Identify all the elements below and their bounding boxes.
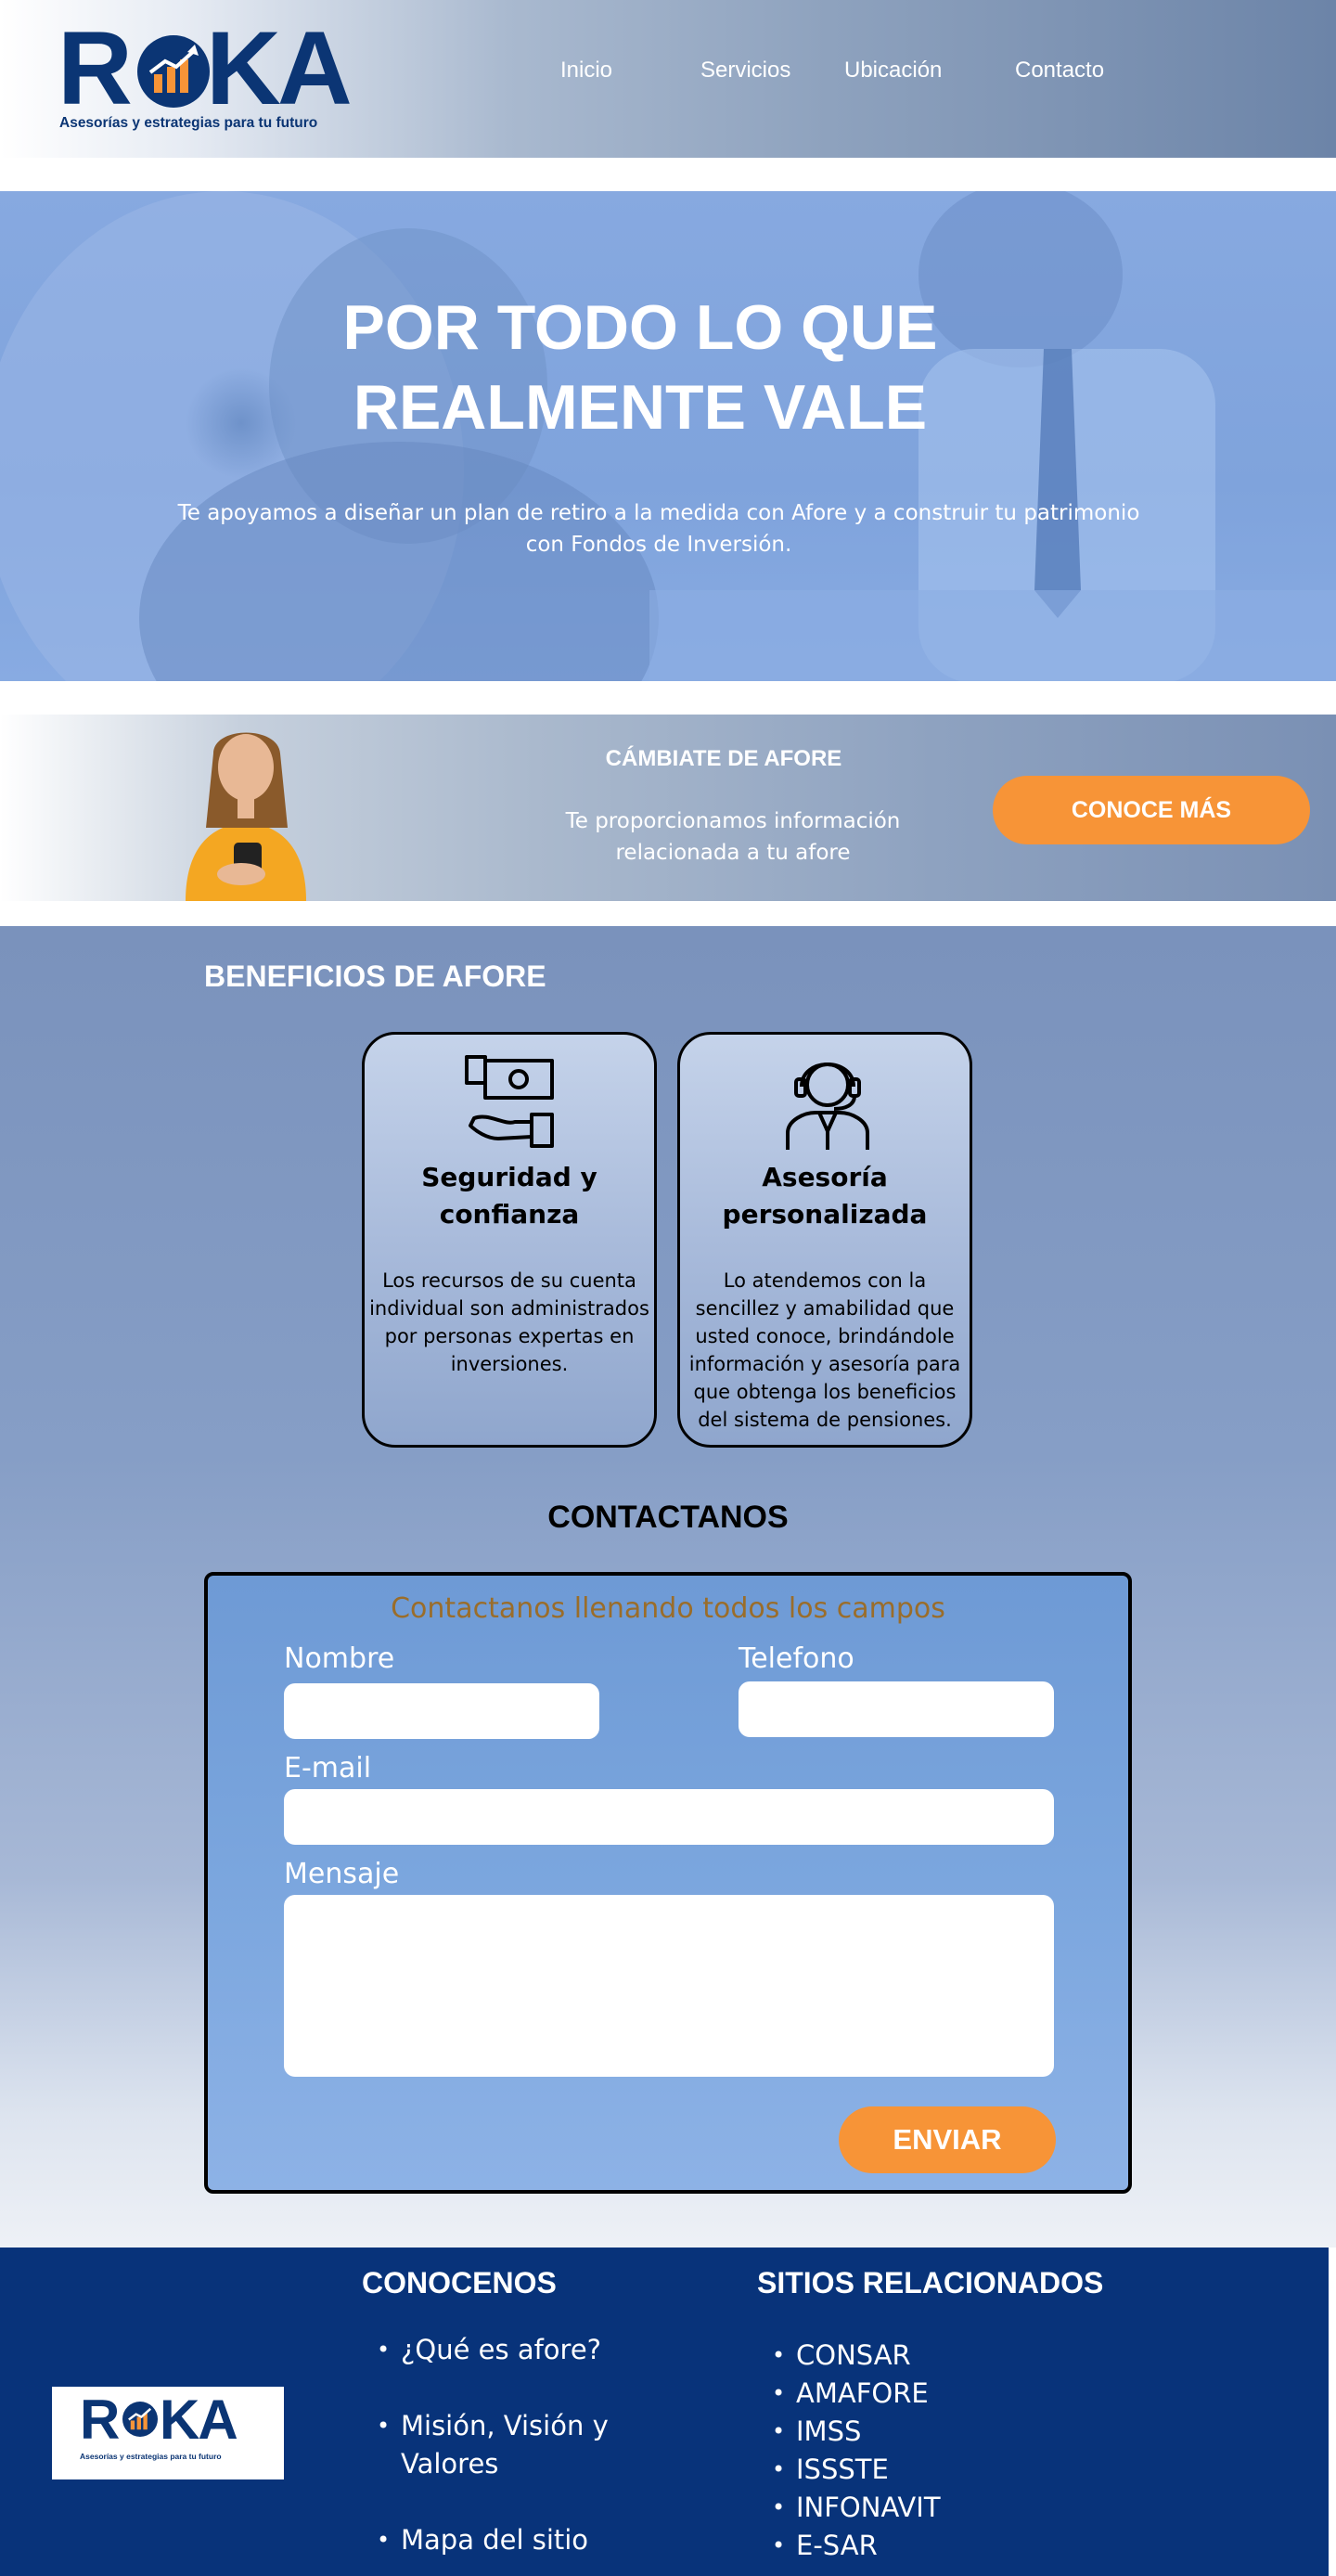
- roka-logo[interactable]: ROKA Asesorías y estrategias para tu fut…: [58, 17, 373, 134]
- footer-link-label[interactable]: IMSS: [796, 2415, 861, 2447]
- enviar-button[interactable]: ENVIAR: [839, 2106, 1056, 2173]
- footer-link-label[interactable]: ¿Qué es afore?: [401, 2334, 601, 2365]
- footer-link-amafore[interactable]: AMAFORE: [772, 2375, 1050, 2413]
- footer-sitios-list: CONSAR AMAFORE IMSS ISSSTE INFONAVIT E-S…: [772, 2337, 1050, 2565]
- card-text: Los recursos de su cuenta individual son…: [369, 1269, 649, 1375]
- footer-link-consar[interactable]: CONSAR: [772, 2337, 1050, 2375]
- footer-link-label[interactable]: Mapa del sitio: [401, 2524, 588, 2556]
- message-textarea[interactable]: [284, 1895, 1054, 2077]
- card-title: Asesoría personalizada: [722, 1162, 928, 1230]
- site-footer: ROKA Asesorías y estrategias para tu fut…: [0, 2248, 1329, 2576]
- site-header: ROKA Asesorías y estrategias para tu fut…: [0, 0, 1336, 158]
- nav-servicios[interactable]: Servicios: [700, 58, 790, 84]
- money-hand-icon: [465, 1055, 554, 1148]
- contact-title: CONTACTANOS: [547, 1500, 789, 1535]
- afore-banner: CÁMBIATE DE AFORE Te proporcionamos info…: [0, 715, 1336, 901]
- footer-sitios-title: SITIOS RELACIONADOS: [757, 2266, 1104, 2299]
- footer-link-issste[interactable]: ISSSTE: [772, 2451, 1050, 2489]
- logo-growth-chart-icon: [137, 35, 210, 108]
- support-agent-icon: [786, 1063, 869, 1150]
- footer-link-label[interactable]: Misión, Visión y Valores: [401, 2410, 609, 2479]
- hero-subtitle: Te apoyamos a diseñar un plan de retiro …: [177, 501, 1140, 557]
- name-label: Nombre: [284, 1642, 395, 1675]
- phone-input[interactable]: [739, 1681, 1054, 1737]
- footer-link-mision[interactable]: Misión, Visión y Valores: [377, 2407, 618, 2483]
- card-text: Lo atendemos con la sencillez y amabilid…: [688, 1269, 961, 1431]
- footer-link-label[interactable]: E-SAR: [796, 2530, 878, 2561]
- nav-contacto[interactable]: Contacto: [1015, 58, 1104, 84]
- footer-link-mapa[interactable]: Mapa del sitio: [377, 2521, 618, 2559]
- banner-text: Te proporcionamos información relacionad…: [565, 809, 901, 865]
- footer-conocenos-list: ¿Qué es afore? Misión, Visión y Valores …: [377, 2331, 618, 2576]
- nav-ubicacion[interactable]: Ubicación: [844, 58, 942, 84]
- footer-link-label[interactable]: AMAFORE: [796, 2377, 929, 2409]
- footer-link-esar[interactable]: E-SAR: [772, 2527, 1050, 2565]
- footer-link-label[interactable]: INFONAVIT: [796, 2492, 941, 2523]
- footer-link-infonavit[interactable]: INFONAVIT: [772, 2489, 1050, 2527]
- footer-conocenos-title: CONOCENOS: [362, 2266, 557, 2299]
- email-label: E-mail: [284, 1752, 372, 1784]
- conoce-mas-button[interactable]: CONOCE MÁS: [993, 776, 1310, 844]
- footer-logo-tagline: Asesorías y estrategias para tu futuro: [80, 2452, 222, 2461]
- footer-roka-logo[interactable]: ROKA Asesorías y estrategias para tu fut…: [52, 2387, 284, 2479]
- phone-label: Telefono: [739, 1642, 854, 1675]
- hero-title: POR TODO LO QUE REALMENTE VALE: [342, 292, 938, 443]
- main-section: BENEFICIOS DE AFORE Seguridad y confianz…: [0, 926, 1336, 2248]
- footer-link-label[interactable]: ISSSTE: [796, 2454, 889, 2485]
- footer-link-label[interactable]: CONSAR: [796, 2339, 911, 2371]
- benefit-card: Asesoría personalizada Lo atendemos con …: [677, 1032, 972, 1448]
- benefits-title: BENEFICIOS DE AFORE: [204, 960, 546, 993]
- banner-title: CÁMBIATE DE AFORE: [605, 746, 842, 771]
- logo-tagline: Asesorías y estrategias para tu futuro: [59, 115, 318, 131]
- message-label: Mensaje: [284, 1858, 400, 1890]
- name-input[interactable]: [284, 1683, 599, 1739]
- footer-logo-wordmark: ROKA: [80, 2389, 238, 2451]
- benefit-card: Seguridad y confianza Los recursos de su…: [362, 1032, 657, 1448]
- form-heading: Contactanos llenando todos los campos: [391, 1592, 945, 1625]
- woman-phone-illustration: [186, 732, 306, 901]
- email-input[interactable]: [284, 1789, 1054, 1845]
- hero-section: POR TODO LO QUE REALMENTE VALE Te apoyam…: [0, 191, 1336, 681]
- contact-form: Contactanos llenando todos los campos No…: [204, 1572, 1132, 2194]
- nav-inicio[interactable]: Inicio: [560, 58, 612, 84]
- footer-link-que-es-afore[interactable]: ¿Qué es afore?: [377, 2331, 618, 2369]
- card-title: Seguridad y confianza: [421, 1162, 597, 1230]
- footer-logo-chart-icon: [122, 2402, 158, 2437]
- footer-link-imss[interactable]: IMSS: [772, 2413, 1050, 2451]
